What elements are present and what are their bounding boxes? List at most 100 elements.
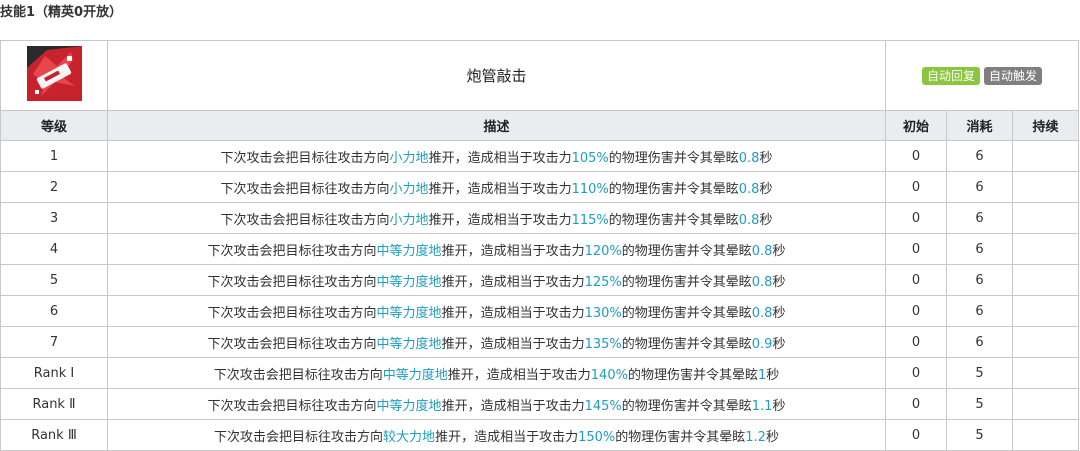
- desc-text: 推开，造成相当于攻击力: [441, 305, 585, 321]
- desc-text: 的物理伤害并令其晕眩: [621, 274, 752, 290]
- desc-percent: 130%: [584, 305, 622, 321]
- table-row: 4 下次攻击会把目标往攻击方向中等力度地推开，造成相当于攻击力120%的物理伤害并…: [0, 233, 1079, 265]
- desc-text: 下次攻击会把目标往攻击方向: [220, 212, 390, 228]
- row-level: 7: [0, 326, 108, 358]
- desc-force: 中等力度地: [376, 398, 442, 414]
- row-duration: [1012, 357, 1079, 389]
- desc-text: 下次攻击会把目标往攻击方向: [214, 429, 384, 445]
- row-level: 6: [0, 295, 108, 327]
- desc-seconds: 0.8: [738, 150, 760, 166]
- header-description: 描述: [107, 110, 886, 141]
- row-sp-cost: 6: [946, 233, 1013, 265]
- row-duration: [1012, 171, 1079, 203]
- row-duration: [1012, 140, 1079, 172]
- row-description: 下次攻击会把目标往攻击方向中等力度地推开，造成相当于攻击力125%的物理伤害并令…: [107, 264, 886, 296]
- row-duration: [1012, 233, 1079, 265]
- row-initial-sp: 0: [885, 171, 947, 203]
- desc-text: 推开，造成相当于攻击力: [428, 181, 572, 197]
- skill-name: 炮管敲击: [107, 40, 886, 111]
- row-initial-sp: 0: [885, 388, 947, 420]
- desc-text: 的物理伤害并令其晕眩: [608, 212, 739, 228]
- table-row: 2 下次攻击会把目标往攻击方向小力地推开，造成相当于攻击力110%的物理伤害并令其…: [0, 171, 1079, 203]
- row-initial-sp: 0: [885, 264, 947, 296]
- skill-table: 炮管敲击 自动回复 自动触发 等级 描述 初始 消耗 持续 1 下次攻击会把目标往攻…: [0, 40, 1079, 451]
- sp-recovery-tag: 自动回复: [921, 66, 980, 85]
- desc-text: 推开，造成相当于攻击力: [428, 150, 572, 166]
- desc-seconds: 0.9: [751, 336, 773, 352]
- desc-text: 秒: [772, 336, 786, 352]
- row-level: 3: [0, 202, 108, 234]
- row-description: 下次攻击会把目标往攻击方向较大力地推开，造成相当于攻击力150%的物理伤害并令其…: [107, 419, 886, 451]
- row-duration: [1012, 419, 1079, 451]
- desc-percent: 135%: [584, 336, 622, 352]
- row-duration: [1012, 326, 1079, 358]
- row-description: 下次攻击会把目标往攻击方向中等力度地推开，造成相当于攻击力140%的物理伤害并令…: [107, 357, 886, 389]
- row-sp-cost: 5: [946, 419, 1013, 451]
- row-duration: [1012, 388, 1079, 420]
- desc-text: 秒: [765, 429, 779, 445]
- row-sp-cost: 6: [946, 202, 1013, 234]
- desc-text: 推开，造成相当于攻击力: [435, 429, 579, 445]
- row-initial-sp: 0: [885, 202, 947, 234]
- row-initial-sp: 0: [885, 357, 947, 389]
- desc-text: 秒: [772, 243, 786, 259]
- desc-text: 下次攻击会把目标往攻击方向: [207, 336, 377, 352]
- row-duration: [1012, 295, 1079, 327]
- row-level: 5: [0, 264, 108, 296]
- desc-text: 秒: [759, 212, 773, 228]
- desc-percent: 115%: [571, 212, 609, 228]
- desc-text: 下次攻击会把目标往攻击方向: [207, 243, 377, 259]
- row-description: 下次攻击会把目标往攻击方向中等力度地推开，造成相当于攻击力135%的物理伤害并令…: [107, 326, 886, 358]
- row-duration: [1012, 264, 1079, 296]
- row-sp-cost: 5: [946, 357, 1013, 389]
- row-level: 4: [0, 233, 108, 265]
- desc-force: 中等力度地: [376, 274, 442, 290]
- row-description: 下次攻击会把目标往攻击方向小力地推开，造成相当于攻击力105%的物理伤害并令其晕…: [107, 140, 886, 172]
- row-sp-cost: 6: [946, 295, 1013, 327]
- table-row: Rank Ⅰ 下次攻击会把目标往攻击方向中等力度地推开，造成相当于攻击力140%的…: [0, 357, 1079, 389]
- desc-seconds: 0.8: [751, 243, 773, 259]
- row-sp-cost: 5: [946, 388, 1013, 420]
- desc-seconds: 0.8: [751, 305, 773, 321]
- row-initial-sp: 0: [885, 419, 947, 451]
- desc-text: 下次攻击会把目标往攻击方向: [213, 367, 383, 383]
- row-description: 下次攻击会把目标往攻击方向中等力度地推开，造成相当于攻击力145%的物理伤害并令…: [107, 388, 886, 420]
- desc-force: 中等力度地: [376, 336, 442, 352]
- desc-text: 的物理伤害并令其晕眩: [608, 181, 739, 197]
- table-row: 6 下次攻击会把目标往攻击方向中等力度地推开，造成相当于攻击力130%的物理伤害并…: [0, 295, 1079, 327]
- desc-text: 下次攻击会把目标往攻击方向: [220, 181, 390, 197]
- desc-percent: 120%: [584, 243, 622, 259]
- desc-force: 较大力地: [383, 429, 436, 445]
- row-description: 下次攻击会把目标往攻击方向中等力度地推开，造成相当于攻击力130%的物理伤害并令…: [107, 295, 886, 327]
- desc-seconds: 1: [757, 367, 767, 383]
- desc-text: 的物理伤害并令其晕眩: [621, 305, 752, 321]
- desc-text: 推开，造成相当于攻击力: [441, 336, 585, 352]
- desc-text: 秒: [759, 181, 773, 197]
- desc-text: 下次攻击会把目标往攻击方向: [207, 305, 377, 321]
- row-sp-cost: 6: [946, 326, 1013, 358]
- row-sp-cost: 6: [946, 140, 1013, 172]
- table-header-row: 等级 描述 初始 消耗 持续: [0, 110, 1079, 141]
- row-initial-sp: 0: [885, 295, 947, 327]
- desc-text: 的物理伤害并令其晕眩: [627, 367, 758, 383]
- desc-seconds: 0.8: [738, 181, 760, 197]
- header-cost: 消耗: [946, 110, 1013, 141]
- table-row: Rank Ⅱ 下次攻击会把目标往攻击方向中等力度地推开，造成相当于攻击力145%的…: [0, 388, 1079, 420]
- row-description: 下次攻击会把目标往攻击方向小力地推开，造成相当于攻击力110%的物理伤害并令其晕…: [107, 171, 886, 203]
- row-level: 2: [0, 171, 108, 203]
- header-duration: 持续: [1012, 110, 1079, 141]
- skill-info-row: 炮管敲击 自动回复 自动触发: [0, 40, 1079, 111]
- desc-force: 小力地: [389, 181, 429, 197]
- desc-text: 推开，造成相当于攻击力: [428, 212, 572, 228]
- desc-text: 秒: [772, 274, 786, 290]
- row-initial-sp: 0: [885, 233, 947, 265]
- desc-text: 的物理伤害并令其晕眩: [621, 398, 752, 414]
- desc-text: 的物理伤害并令其晕眩: [621, 243, 752, 259]
- trigger-type-tag: 自动触发: [984, 66, 1043, 85]
- desc-force: 中等力度地: [376, 305, 442, 321]
- desc-text: 的物理伤害并令其晕眩: [621, 336, 752, 352]
- row-level: Rank Ⅲ: [0, 419, 108, 451]
- desc-percent: 140%: [590, 367, 628, 383]
- cannon-barrel-skill-icon: [26, 46, 82, 101]
- desc-seconds: 0.8: [751, 274, 773, 290]
